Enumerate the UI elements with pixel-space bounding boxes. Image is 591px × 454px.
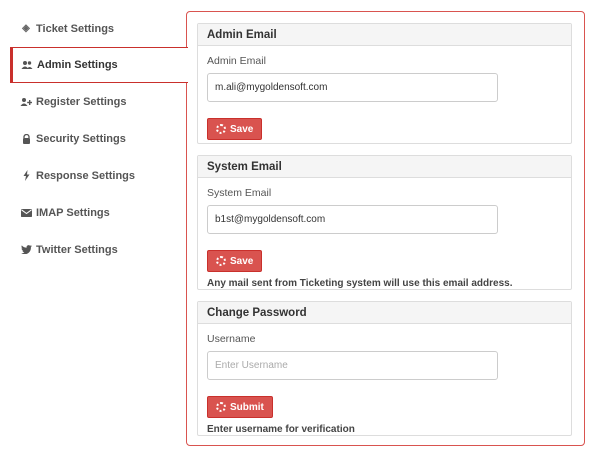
admin-email-heading: Admin Email bbox=[198, 24, 571, 46]
envelope-icon bbox=[20, 208, 32, 217]
settings-sidebar: ◈ Ticket Settings Admin Settings Registe… bbox=[0, 10, 189, 268]
system-email-save-button[interactable]: Save bbox=[207, 250, 263, 272]
submit-button-label: Submit bbox=[230, 401, 264, 413]
system-email-input[interactable] bbox=[207, 205, 498, 234]
sidebar-item-register-settings[interactable]: Register Settings bbox=[0, 83, 187, 120]
ticket-icon: ◈ bbox=[22, 23, 30, 34]
sidebar-item-response-settings[interactable]: Response Settings bbox=[0, 157, 187, 194]
sidebar-item-imap-settings[interactable]: IMAP Settings bbox=[0, 194, 187, 231]
username-input[interactable] bbox=[207, 351, 498, 380]
submit-button[interactable]: Submit bbox=[207, 396, 273, 418]
sidebar-item-label: Twitter Settings bbox=[36, 243, 118, 256]
system-email-help-text: Any mail sent from Ticketing system will… bbox=[207, 278, 513, 289]
system-email-label: System Email bbox=[207, 187, 272, 199]
sidebar-item-admin-settings[interactable]: Admin Settings bbox=[10, 47, 189, 83]
system-email-card: System Email System Email Save Any mail … bbox=[197, 155, 572, 290]
users-icon bbox=[21, 60, 33, 70]
sidebar-item-label: IMAP Settings bbox=[36, 206, 110, 219]
system-email-heading: System Email bbox=[198, 156, 571, 178]
username-help-text: Enter username for verification bbox=[207, 424, 355, 435]
sidebar-item-twitter-settings[interactable]: Twitter Settings bbox=[0, 231, 187, 268]
admin-email-save-button[interactable]: Save bbox=[207, 118, 263, 140]
sidebar-item-security-settings[interactable]: Security Settings bbox=[0, 120, 187, 157]
admin-email-card: Admin Email Admin Email Save bbox=[197, 23, 572, 144]
sidebar-item-label: Admin Settings bbox=[37, 59, 118, 71]
sidebar-item-ticket-settings[interactable]: ◈ Ticket Settings bbox=[0, 10, 187, 47]
bolt-icon bbox=[20, 170, 32, 181]
spinner-icon bbox=[216, 256, 226, 266]
lock-icon bbox=[20, 133, 32, 144]
spinner-icon bbox=[216, 402, 226, 412]
change-password-card: Change Password Username Submit Enter us… bbox=[197, 301, 572, 436]
admin-settings-panel: Admin Email Admin Email Save System Emai… bbox=[186, 11, 585, 446]
admin-email-input[interactable] bbox=[207, 73, 498, 102]
username-label: Username bbox=[207, 333, 256, 345]
change-password-heading: Change Password bbox=[198, 302, 571, 324]
save-button-label: Save bbox=[230, 255, 254, 267]
sidebar-item-label: Security Settings bbox=[36, 132, 126, 145]
twitter-icon bbox=[20, 245, 32, 254]
save-button-label: Save bbox=[230, 123, 254, 135]
sidebar-item-label: Response Settings bbox=[36, 169, 136, 182]
admin-email-label: Admin Email bbox=[207, 55, 266, 67]
sidebar-item-label: Ticket Settings bbox=[36, 22, 115, 35]
spinner-icon bbox=[216, 124, 226, 134]
sidebar-item-label: Register Settings bbox=[36, 95, 127, 108]
user-plus-icon bbox=[20, 97, 32, 107]
